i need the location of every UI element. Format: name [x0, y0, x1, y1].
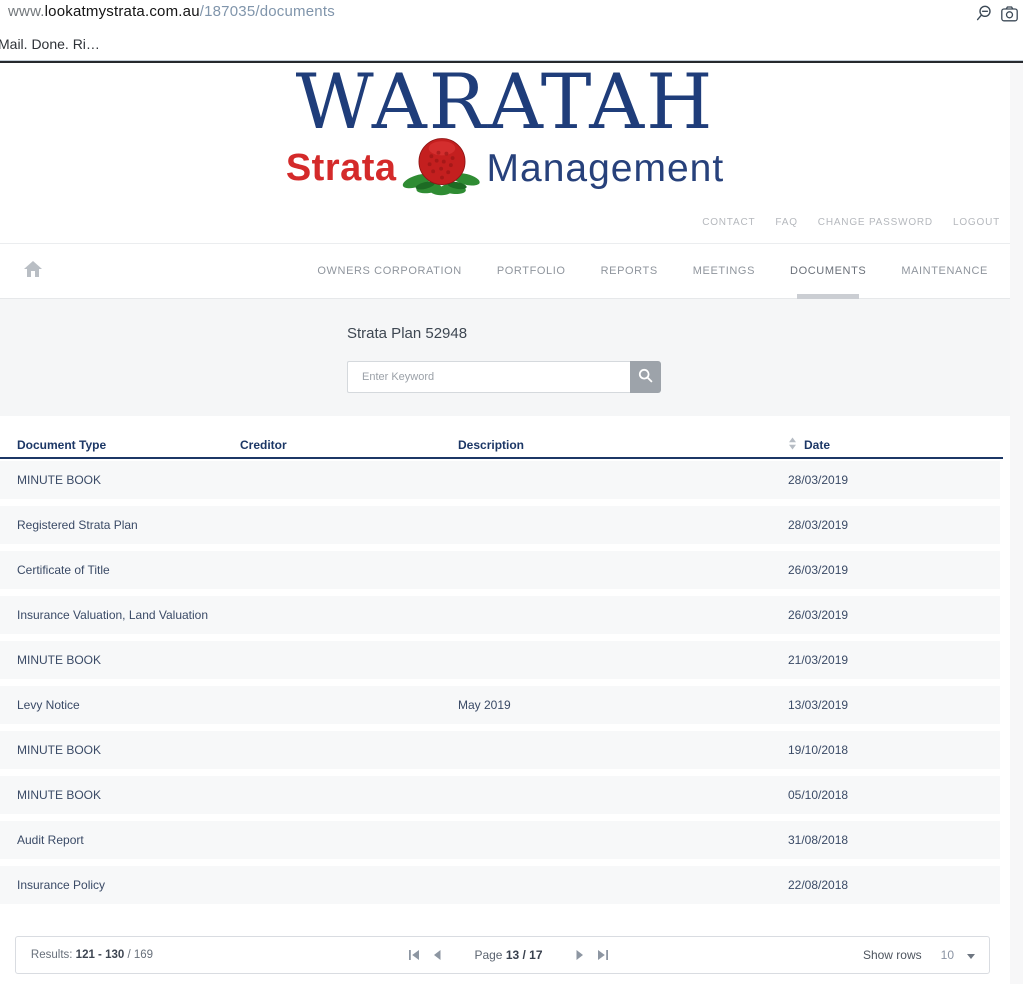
- results-summary: Results: 121 - 130 / 169: [30, 948, 154, 961]
- page: WARATAH Strata Management CONTACT FAQ CH…: [0, 57, 1010, 974]
- utility-link-faq[interactable]: FAQ: [775, 217, 797, 228]
- right-gutter: [1010, 63, 1023, 984]
- cell-document-type: Audit Report: [17, 833, 84, 847]
- main-nav-item-portfolio[interactable]: PORTFOLIO: [495, 265, 568, 277]
- table-row[interactable]: Audit Report 31/08/2018: [0, 821, 1000, 859]
- table-row[interactable]: Registered Strata Plan 28/03/2019: [0, 506, 1000, 544]
- cell-description: May 2019: [458, 698, 511, 712]
- cell-document-type: Insurance Policy: [17, 878, 106, 892]
- cell-document-type: MINUTE BOOK: [17, 473, 102, 487]
- url-path: /187035/documents: [199, 3, 335, 20]
- zoom-out-icon[interactable]: [975, 5, 992, 22]
- page-title: Strata Plan 52948: [347, 325, 468, 342]
- main-nav-items: OWNERS CORPORATION PORTFOLIO REPORTS MEETIN…: [315, 265, 990, 277]
- search-icon: [638, 368, 653, 386]
- main-nav-item-maintenance[interactable]: MAINTENANCE: [899, 265, 990, 277]
- url-domain: lookatmystrata.com.au: [44, 3, 200, 20]
- last-page-button[interactable]: [597, 950, 609, 960]
- main-nav-item-documents[interactable]: DOCUMENTS: [788, 265, 868, 277]
- col-creditor: Creditor: [240, 438, 287, 452]
- cell-date: 26/03/2019: [788, 563, 849, 577]
- main-nav-item-owners-corporation[interactable]: OWNERS CORPORATION: [315, 265, 463, 277]
- show-rows-label: Show rows: [862, 948, 922, 962]
- home-button[interactable]: [24, 260, 42, 282]
- col-description: Description: [458, 438, 525, 452]
- logo-strata-text: Strata: [285, 147, 397, 190]
- table-row[interactable]: MINUTE BOOK 28/03/2019: [0, 461, 1000, 499]
- hero-section: Strata Plan 52948: [0, 299, 1010, 416]
- home-icon: [24, 260, 42, 282]
- utility-link-logout[interactable]: LOGOUT: [953, 217, 1000, 228]
- utility-nav: CONTACT FAQ CHANGE PASSWORD LOGOUT: [0, 201, 1010, 244]
- table-row[interactable]: Insurance Policy 22/08/2018: [0, 866, 1000, 904]
- pagination-bar: Results: 121 - 130 / 169 Page 13 / 17 Sh…: [15, 936, 990, 974]
- page-indicator: Page 13 / 17: [474, 948, 543, 962]
- table-row[interactable]: Insurance Valuation, Land Valuation 26/0…: [0, 596, 1000, 634]
- cell-date: 19/10/2018: [788, 743, 849, 757]
- overlay-text: Mail. Done. Ri…: [0, 36, 100, 52]
- cell-document-type: Registered Strata Plan: [17, 518, 138, 532]
- table-row[interactable]: Certificate of Title 26/03/2019: [0, 551, 1000, 589]
- utility-link-change-password[interactable]: CHANGE PASSWORD: [818, 217, 933, 228]
- utility-link-contact[interactable]: CONTACT: [702, 217, 755, 228]
- sort-icon: [788, 437, 797, 453]
- cell-date: 13/03/2019: [788, 698, 849, 712]
- show-rows-select[interactable]: 10: [941, 946, 975, 964]
- table-row[interactable]: MINUTE BOOK 05/10/2018: [0, 776, 1000, 814]
- browser-url-bar[interactable]: www.lookatmystrata.com.au/187035/documen…: [8, 3, 335, 20]
- cell-document-type: Certificate of Title: [17, 563, 110, 577]
- col-date[interactable]: Date: [788, 437, 1003, 453]
- table-body: MINUTE BOOK 28/03/2019 Registered Strata…: [0, 461, 1003, 904]
- table-header: Document Type Creditor Description Date: [0, 433, 1003, 459]
- col-date-label: Date: [804, 438, 831, 452]
- documents-table: Document Type Creditor Description Date …: [0, 433, 1003, 904]
- search-button[interactable]: [630, 361, 661, 393]
- show-rows-value: 10: [940, 948, 954, 962]
- cell-document-type: MINUTE BOOK: [17, 653, 102, 667]
- first-page-button[interactable]: [408, 950, 420, 960]
- main-nav-item-reports[interactable]: REPORTS: [599, 265, 660, 277]
- cell-date: 22/08/2018: [788, 878, 849, 892]
- table-row[interactable]: MINUTE BOOK 19/10/2018: [0, 731, 1000, 769]
- dropdown-caret-icon: [967, 946, 975, 964]
- cell-date: 28/03/2019: [788, 518, 849, 532]
- cell-document-type: Levy Notice: [17, 698, 80, 712]
- table-row[interactable]: MINUTE BOOK 21/03/2019: [0, 641, 1000, 679]
- col-document-type: Document Type: [17, 438, 107, 452]
- search-input[interactable]: [347, 361, 630, 393]
- cell-document-type: Insurance Valuation, Land Valuation: [17, 608, 209, 622]
- cell-date: 21/03/2019: [788, 653, 849, 667]
- cell-date: 05/10/2018: [788, 788, 849, 802]
- pager: Page 13 / 17: [154, 948, 863, 962]
- cell-date: 26/03/2019: [788, 608, 849, 622]
- logo-title: WARATAH: [295, 57, 715, 146]
- browser-bar: www.lookatmystrata.com.au/187035/documen…: [0, 0, 1023, 60]
- main-nav-item-meetings[interactable]: MEETINGS: [691, 265, 757, 277]
- cell-date: 28/03/2019: [788, 473, 849, 487]
- logo-management-text: Management: [486, 146, 725, 190]
- prev-page-button[interactable]: [432, 950, 441, 960]
- cell-document-type: MINUTE BOOK: [17, 788, 102, 802]
- cell-document-type: MINUTE BOOK: [17, 743, 102, 757]
- show-rows: Show rows 10: [863, 946, 975, 964]
- logo: WARATAH Strata Management: [0, 57, 1010, 202]
- waratah-flower-icon: [401, 135, 483, 202]
- next-page-button[interactable]: [576, 950, 585, 960]
- camera-icon[interactable]: [1001, 5, 1018, 22]
- main-nav: OWNERS CORPORATION PORTFOLIO REPORTS MEETIN…: [0, 244, 1010, 299]
- table-row[interactable]: Levy Notice May 2019 13/03/2019: [0, 686, 1000, 724]
- cell-date: 31/08/2018: [788, 833, 849, 847]
- url-www: www.: [8, 3, 45, 20]
